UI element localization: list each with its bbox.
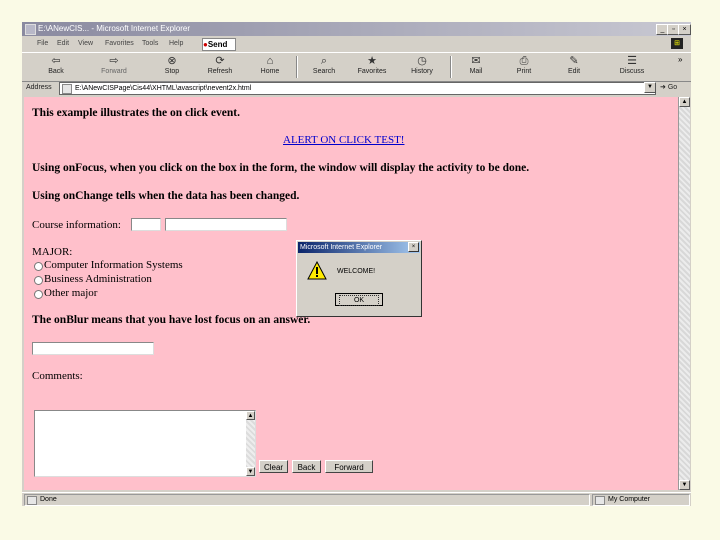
status-bar: Done My Computer bbox=[22, 492, 691, 506]
clear-button[interactable]: Clear bbox=[259, 460, 288, 473]
home-button[interactable]: ⌂ Home bbox=[248, 55, 292, 80]
menu-tools[interactable]: Tools bbox=[142, 40, 158, 47]
onblur-input[interactable] bbox=[32, 342, 154, 355]
home-icon: ⌂ bbox=[266, 55, 274, 67]
major-radio-business[interactable] bbox=[34, 276, 43, 285]
back-button[interactable]: ⇦ Back bbox=[34, 55, 78, 80]
status-text: Done bbox=[24, 494, 590, 506]
menu-favorites[interactable]: Favorites bbox=[105, 40, 134, 47]
comments-textarea[interactable]: ▲ ▼ bbox=[34, 410, 256, 477]
forward-form-button[interactable]: Forward bbox=[325, 460, 373, 473]
page-scrollbar[interactable]: ▲ ▼ bbox=[678, 97, 690, 490]
address-dropdown-chevron-down-icon[interactable]: ▼ bbox=[644, 82, 656, 93]
address-bar: Address E:\ANewCISPage\Cis44\XHTML\avasc… bbox=[22, 81, 691, 95]
menu-file[interactable]: File bbox=[37, 40, 48, 47]
print-icon: ⎙ bbox=[519, 55, 529, 67]
textarea-scrollbar[interactable]: ▲ ▼ bbox=[246, 411, 255, 476]
windows-logo-icon: ⊞ bbox=[671, 38, 683, 49]
page-status-icon bbox=[27, 496, 37, 505]
refresh-button[interactable]: ⟳ Refresh bbox=[198, 55, 242, 80]
menu-help[interactable]: Help bbox=[169, 40, 183, 47]
major-radio-other[interactable] bbox=[34, 290, 43, 299]
stop-icon: ⊗ bbox=[167, 55, 177, 67]
window-title: E:\ANewCIS... - Microsoft Internet Explo… bbox=[38, 24, 191, 33]
major-label: MAJOR: bbox=[32, 246, 73, 258]
edit-button[interactable]: ✎ Edit bbox=[552, 55, 596, 80]
close-button[interactable]: × bbox=[678, 24, 691, 35]
comments-label: Comments: bbox=[32, 370, 83, 382]
major-option-label: Business Administration bbox=[44, 273, 152, 285]
address-label: Address bbox=[26, 84, 52, 91]
forward-button[interactable]: ⇨ Forward bbox=[92, 55, 136, 80]
toolbar-separator bbox=[450, 56, 452, 78]
search-button[interactable]: ⌕ Search bbox=[302, 55, 346, 80]
browser-app-icon bbox=[25, 24, 36, 35]
zone-indicator: My Computer bbox=[592, 494, 690, 506]
scroll-down-arrow-icon[interactable]: ▼ bbox=[246, 467, 255, 476]
history-button[interactable]: ◷ History bbox=[400, 55, 444, 80]
course-info-label: Course information: bbox=[32, 219, 121, 231]
edit-icon: ✎ bbox=[569, 55, 579, 67]
course-name-input[interactable] bbox=[165, 218, 287, 231]
favorites-button[interactable]: ★ Favorites bbox=[350, 55, 394, 80]
toolbar-separator bbox=[296, 56, 298, 78]
discuss-icon: ☰ bbox=[627, 55, 637, 67]
toolbar: ⇦ Back ⇨ Forward ⊗ Stop ⟳ Refresh ⌂ Home ⌕ Sea… bbox=[22, 52, 691, 82]
major-option-label: Computer Information Systems bbox=[44, 259, 183, 271]
refresh-icon: ⟳ bbox=[215, 55, 225, 67]
mail-button[interactable]: ✉ Mail bbox=[454, 55, 498, 80]
scroll-up-arrow-icon[interactable]: ▲ bbox=[679, 97, 690, 107]
dialog-message: WELCOME! bbox=[337, 268, 376, 275]
onfocus-text: Using onFocus, when you click on the box… bbox=[32, 162, 530, 174]
scroll-up-arrow-icon[interactable]: ▲ bbox=[246, 411, 255, 420]
search-icon: ⌕ bbox=[320, 55, 328, 67]
discuss-button[interactable]: ☰ Discuss bbox=[610, 55, 654, 80]
onchange-text: Using onChange tells when the data has b… bbox=[32, 190, 300, 202]
go-button[interactable]: ➜ Go bbox=[660, 83, 677, 91]
mail-icon: ✉ bbox=[471, 55, 481, 67]
menu-view[interactable]: View bbox=[78, 40, 93, 47]
warning-icon bbox=[307, 261, 327, 280]
scroll-down-arrow-icon[interactable]: ▼ bbox=[679, 480, 690, 490]
dialog-close-icon[interactable]: × bbox=[408, 242, 419, 252]
alert-test-link[interactable]: ALERT ON CLICK TEST! bbox=[283, 134, 404, 146]
alert-dialog: Microsoft Internet Explorer × WELCOME! O… bbox=[296, 240, 422, 317]
menu-edit[interactable]: Edit bbox=[57, 40, 69, 47]
onblur-text: The onBlur means that you have lost focu… bbox=[32, 314, 311, 326]
toolbar-more-chevron-icon[interactable]: » bbox=[678, 55, 682, 64]
print-button[interactable]: ⎙ Print bbox=[502, 55, 546, 80]
dialog-title: Microsoft Internet Explorer bbox=[298, 242, 420, 253]
address-input[interactable]: E:\ANewCISPage\Cis44\XHTML\avascript\nev… bbox=[59, 82, 656, 95]
send-button[interactable]: ●Send bbox=[202, 38, 236, 51]
page-icon bbox=[62, 84, 72, 94]
major-option-label: Other major bbox=[44, 287, 98, 299]
major-radio-cis[interactable] bbox=[34, 262, 43, 271]
forward-arrow-icon: ⇨ bbox=[109, 55, 119, 67]
back-arrow-icon: ⇦ bbox=[51, 55, 61, 67]
title-bar: E:\ANewCIS... - Microsoft Internet Explo… bbox=[22, 22, 691, 36]
history-icon: ◷ bbox=[417, 55, 427, 67]
course-code-input[interactable] bbox=[131, 218, 161, 231]
dialog-ok-button[interactable]: OK bbox=[335, 293, 383, 306]
back-form-button[interactable]: Back bbox=[292, 460, 321, 473]
favorites-icon: ★ bbox=[367, 55, 377, 67]
intro-text: This example illustrates the on click ev… bbox=[32, 107, 240, 119]
stop-button[interactable]: ⊗ Stop bbox=[150, 55, 194, 80]
menu-bar: File Edit View Favorites Tools Help ●Sen… bbox=[22, 37, 691, 51]
computer-icon bbox=[595, 496, 605, 505]
